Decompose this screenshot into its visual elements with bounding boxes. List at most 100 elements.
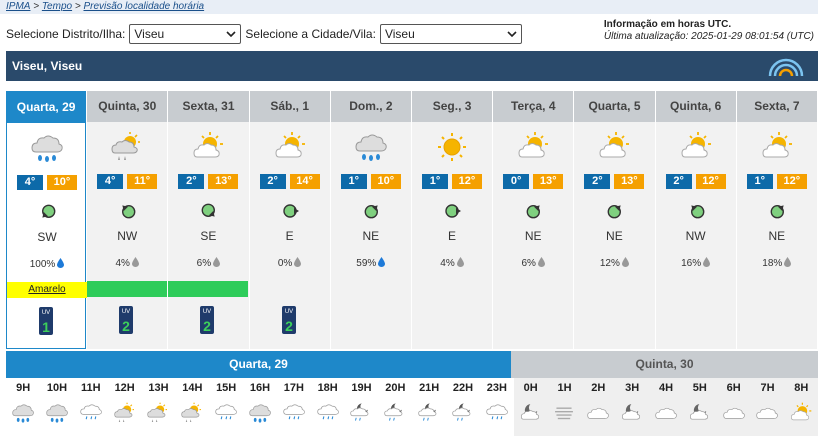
sun-cloud-rain-icon bbox=[113, 402, 134, 422]
wind-direction: NE bbox=[362, 229, 380, 243]
hour-column: 23H bbox=[480, 378, 514, 436]
day-column[interactable]: Quinta, 30 4° 11° NW 4% UV 2 bbox=[87, 91, 168, 349]
precipitation: 12% bbox=[574, 257, 654, 269]
cloud-icon bbox=[655, 407, 677, 419]
svg-text:2: 2 bbox=[122, 318, 130, 334]
day-temps: 4° 11° bbox=[87, 174, 167, 189]
hour-column: 6H bbox=[716, 378, 751, 436]
district-select-value: Viseu bbox=[134, 27, 165, 41]
hour-column: 9H bbox=[6, 378, 40, 436]
hour-column: 1H bbox=[547, 378, 582, 436]
moon-cloud-rain-icon bbox=[350, 403, 369, 421]
precipitation: 6% bbox=[168, 257, 248, 269]
day-label[interactable]: Quinta, 6 bbox=[655, 91, 736, 122]
wind-direction: E bbox=[447, 229, 456, 243]
temp-max: 12° bbox=[776, 174, 807, 189]
hour-column: 16H bbox=[243, 378, 277, 436]
precipitation: 59% bbox=[331, 257, 411, 269]
day-column[interactable]: Dom., 2 1° 10° NE 59% bbox=[330, 91, 411, 349]
svg-text:UV: UV bbox=[42, 310, 50, 316]
day-label[interactable]: Quarta, 29 bbox=[7, 92, 86, 123]
warning-badge[interactable]: Amarelo bbox=[7, 282, 87, 298]
hourly-forecast: 9H 10H 11H 12H 13H 14H 15H 16H 17H 18H 19H 20H 21H 22… bbox=[6, 378, 818, 436]
hour-column: 17H bbox=[277, 378, 311, 436]
precipitation: 18% bbox=[737, 257, 817, 269]
temp-min: 2° bbox=[665, 174, 692, 189]
last-update: Última atualização: 2025-01-29 08:01:54 … bbox=[603, 31, 814, 42]
hour-column: 21H bbox=[412, 378, 446, 436]
hour-label: 9H bbox=[16, 382, 31, 394]
breadcrumb-ipma-link[interactable]: IPMA bbox=[6, 1, 30, 12]
update-info: Informação em horas UTC. Última atualiza… bbox=[604, 19, 814, 43]
rain-cloud-icon bbox=[31, 135, 63, 162]
uv-index-icon: UV 2 bbox=[281, 306, 296, 334]
day-temps: 1° 12° bbox=[412, 174, 492, 189]
precipitation: 6% bbox=[493, 257, 573, 269]
day-label[interactable]: Seg., 3 bbox=[412, 91, 493, 122]
hour-label: 4H bbox=[658, 382, 674, 394]
rain-drop-icon bbox=[292, 257, 302, 269]
rain-drop-icon bbox=[536, 257, 545, 269]
hour-label: 8H bbox=[794, 382, 809, 394]
city-select[interactable]: Viseu bbox=[379, 24, 522, 44]
rain-drop-icon bbox=[211, 257, 221, 269]
temp-max: 13° bbox=[533, 174, 564, 189]
hourly-day1-tab[interactable]: Quarta, 29 bbox=[6, 351, 511, 378]
hour-column: 2H bbox=[581, 378, 616, 436]
breadcrumb-sep: > bbox=[33, 1, 40, 12]
svg-text:UV: UV bbox=[284, 309, 292, 315]
wind-direction: NE bbox=[606, 229, 623, 243]
day-label[interactable]: Terça, 4 bbox=[493, 91, 574, 122]
temp-min: 2° bbox=[584, 174, 611, 189]
day-column[interactable]: Quinta, 6 2° 12° NW 16% bbox=[655, 91, 736, 349]
precipitation-value: 4% bbox=[440, 258, 455, 269]
day-label[interactable]: Sáb., 1 bbox=[249, 91, 330, 122]
sun-cloud-rain-icon bbox=[111, 132, 141, 160]
hour-label: 12H bbox=[114, 382, 135, 394]
breadcrumb-tempo-link[interactable]: Tempo bbox=[42, 1, 72, 12]
day-label[interactable]: Quarta, 5 bbox=[574, 91, 655, 122]
hour-label: 22H bbox=[452, 382, 474, 394]
precipitation: 4% bbox=[87, 257, 167, 269]
day-column[interactable]: Quarta, 5 2° 13° NE 12% bbox=[574, 91, 655, 349]
day-column[interactable]: Sexta, 7 1° 12° NE 18% bbox=[736, 91, 817, 349]
day-label[interactable]: Dom., 2 bbox=[330, 91, 411, 122]
day-column[interactable]: Sexta, 31 2° 13° SE 6% UV 2 bbox=[168, 91, 249, 349]
sun-cloud-icon bbox=[599, 132, 630, 158]
district-select[interactable]: Viseu bbox=[129, 24, 242, 44]
hour-label: 16H bbox=[249, 382, 271, 394]
temp-min: 2° bbox=[178, 174, 205, 189]
location-title: Viseu, Viseu bbox=[12, 59, 83, 73]
day-temps: 1° 12° bbox=[737, 174, 817, 189]
drizzle-cloud-icon bbox=[79, 404, 102, 420]
hour-column: 4H bbox=[648, 378, 684, 436]
day-column[interactable]: Quarta, 29 4° 10° SW 100% Amarelo UV 1 bbox=[6, 91, 87, 349]
hour-label: 13H bbox=[148, 382, 169, 394]
day-temps: 4° 10° bbox=[7, 175, 87, 190]
hourly-day2-tab[interactable]: Quinta, 30 bbox=[511, 351, 818, 378]
day-label[interactable]: Sexta, 31 bbox=[168, 91, 249, 122]
precipitation-value: 6% bbox=[521, 258, 536, 269]
daily-forecast: Quarta, 29 4° 10° SW 100% Amarelo UV 1 Quinta, 3… bbox=[6, 91, 818, 349]
day-label[interactable]: Sexta, 7 bbox=[736, 91, 817, 122]
rain-cloud-icon bbox=[249, 404, 271, 423]
precipitation: 16% bbox=[656, 257, 736, 269]
day-label[interactable]: Quinta, 30 bbox=[87, 91, 168, 122]
temp-min: 4° bbox=[17, 175, 43, 190]
breadcrumb-page-link[interactable]: Previsão localidade horária bbox=[83, 1, 204, 12]
day-column[interactable]: Seg., 3 1° 12° E 4% bbox=[412, 91, 493, 349]
city-select-value: Viseu bbox=[384, 27, 415, 41]
precipitation-value: 6% bbox=[196, 258, 212, 269]
rain-cloud-icon bbox=[46, 404, 68, 423]
hour-label: 10H bbox=[46, 382, 68, 394]
wind-direction-icon bbox=[200, 202, 218, 220]
precipitation-value: 100% bbox=[29, 259, 56, 270]
cloud-icon bbox=[587, 407, 609, 419]
wind-direction: NE bbox=[768, 229, 786, 243]
day-column[interactable]: Sáb., 1 2° 14° E 0% UV 2 bbox=[249, 91, 330, 349]
rain-cloud-icon bbox=[12, 404, 34, 423]
precipitation-value: 18% bbox=[762, 258, 783, 269]
city-label: Selecione a Cidade/Vila: bbox=[245, 27, 376, 41]
drizzle-cloud-icon bbox=[485, 404, 508, 420]
day-column[interactable]: Terça, 4 0° 13° NE 6% bbox=[493, 91, 574, 349]
